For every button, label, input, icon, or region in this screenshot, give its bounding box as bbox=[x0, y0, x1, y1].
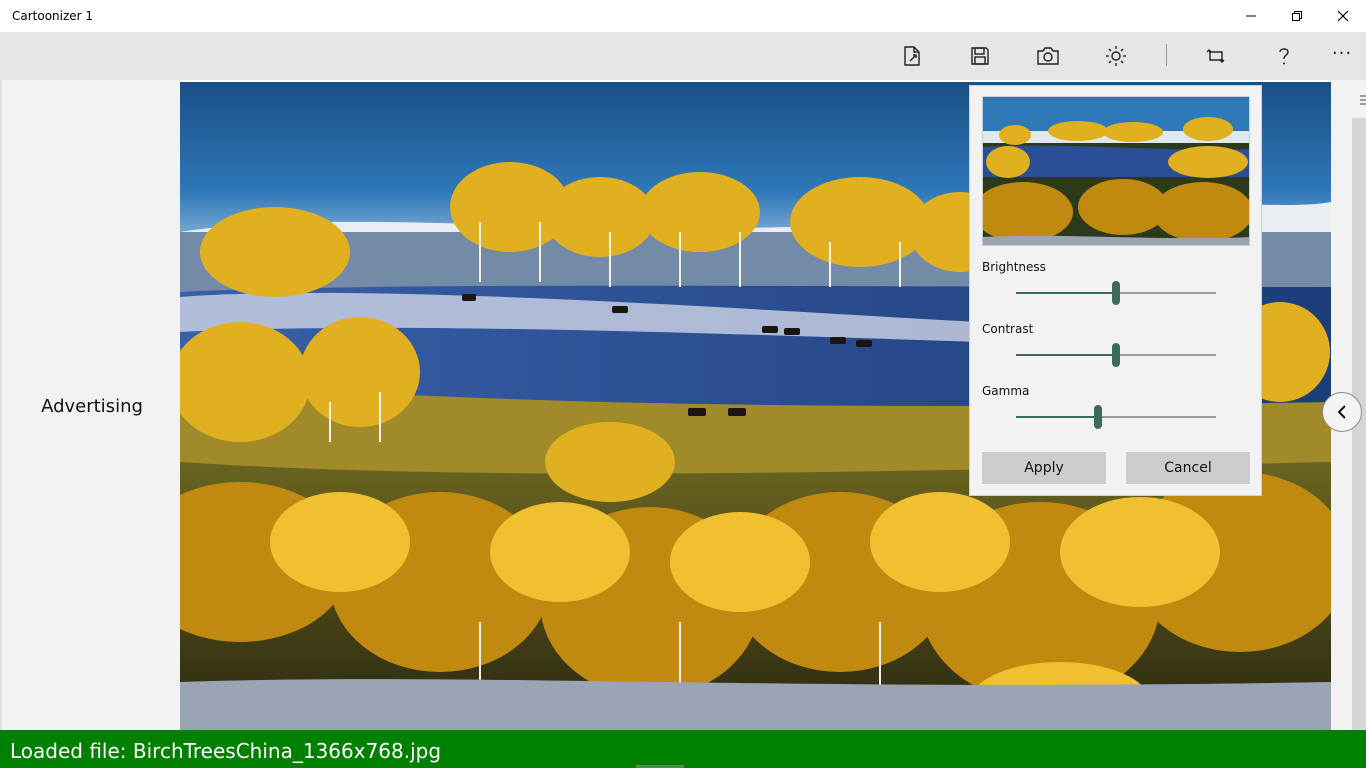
camera-icon bbox=[1037, 47, 1059, 65]
more-icon: ··· bbox=[1331, 42, 1353, 64]
camera-button[interactable] bbox=[1026, 32, 1070, 80]
status-text: Loaded file: BirchTreesChina_1366x768.jp… bbox=[10, 739, 442, 763]
brightness-button[interactable] bbox=[1094, 32, 1138, 80]
hamburger-icon[interactable] bbox=[1360, 94, 1366, 106]
preview-thumbnail bbox=[982, 96, 1250, 246]
brightness-label: Brightness bbox=[982, 260, 1046, 274]
adjustments-panel: Brightness Contrast Gamma Apply Cancel bbox=[969, 85, 1262, 496]
brightness-slider-fill bbox=[1016, 292, 1116, 294]
apply-button[interactable]: Apply bbox=[982, 452, 1106, 484]
minimize-button[interactable] bbox=[1228, 0, 1274, 32]
ad-pane: Advertising bbox=[0, 80, 180, 730]
app-title: Cartoonizer 1 bbox=[12, 9, 94, 23]
contrast-slider-fill bbox=[1016, 354, 1116, 356]
save-button[interactable] bbox=[958, 32, 1002, 80]
restore-icon bbox=[1292, 11, 1302, 21]
save-icon bbox=[971, 47, 989, 65]
minimize-icon bbox=[1246, 15, 1256, 17]
ad-label: Advertising bbox=[41, 396, 143, 417]
brightness-icon bbox=[1106, 46, 1126, 66]
contrast-slider-thumb[interactable] bbox=[1112, 343, 1120, 367]
command-bar: ··· bbox=[0, 32, 1366, 80]
gamma-label: Gamma bbox=[982, 384, 1030, 398]
title-bar: Cartoonizer 1 bbox=[0, 0, 1366, 32]
gamma-slider-thumb[interactable] bbox=[1094, 405, 1102, 429]
close-button[interactable] bbox=[1320, 0, 1366, 32]
gamma-slider-fill bbox=[1016, 416, 1098, 418]
preview-image bbox=[983, 97, 1249, 245]
brightness-slider[interactable] bbox=[1016, 281, 1216, 305]
gamma-slider[interactable] bbox=[1016, 405, 1216, 429]
more-button[interactable]: ··· bbox=[1320, 32, 1364, 80]
open-file-button[interactable] bbox=[890, 32, 934, 80]
cancel-button[interactable]: Cancel bbox=[1126, 452, 1250, 484]
close-icon bbox=[1337, 10, 1349, 22]
toolbar-separator bbox=[1166, 44, 1167, 66]
crop-rotate-icon bbox=[1206, 49, 1225, 63]
restore-button[interactable] bbox=[1274, 0, 1320, 32]
chevron-left-icon bbox=[1337, 405, 1346, 419]
status-bar: Loaded file: BirchTreesChina_1366x768.jp… bbox=[0, 730, 1366, 768]
collapse-panel-button[interactable] bbox=[1322, 392, 1362, 432]
open-file-icon bbox=[904, 46, 920, 66]
help-button[interactable] bbox=[1262, 32, 1306, 80]
brightness-slider-thumb[interactable] bbox=[1112, 281, 1120, 305]
crop-rotate-button[interactable] bbox=[1194, 32, 1238, 80]
contrast-slider[interactable] bbox=[1016, 343, 1216, 367]
contrast-label: Contrast bbox=[982, 322, 1034, 336]
help-icon bbox=[1279, 48, 1289, 65]
